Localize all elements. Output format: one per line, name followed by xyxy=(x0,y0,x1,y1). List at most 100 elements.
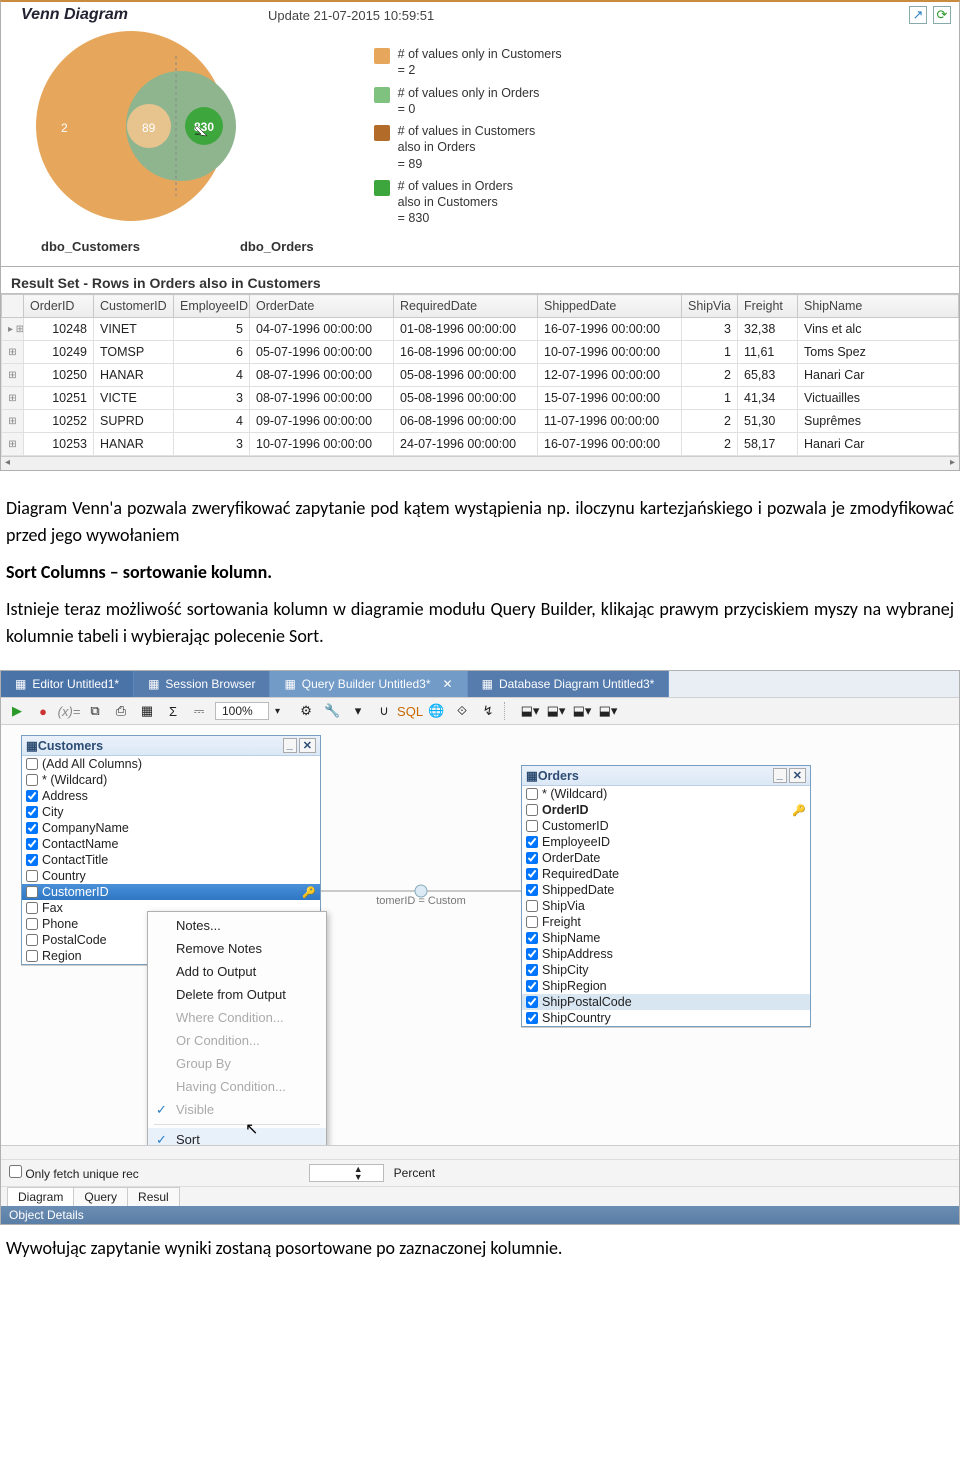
column-item[interactable]: ShipName xyxy=(522,930,810,946)
column-item[interactable]: ShipRegion xyxy=(522,978,810,994)
column-header[interactable]: ShipVia xyxy=(682,295,738,318)
context-menu-item[interactable]: Remove Notes xyxy=(148,937,326,960)
column-checkbox[interactable] xyxy=(26,806,38,818)
column-item[interactable]: OrderID🔑 xyxy=(522,802,810,818)
close-icon[interactable]: ✕ xyxy=(789,768,806,783)
column-item[interactable]: ContactTitle xyxy=(22,852,320,868)
globe-icon[interactable]: 🌐 xyxy=(426,701,446,721)
toolbar-icon[interactable]: ⬓▾ xyxy=(520,701,540,721)
toolbar-icon[interactable]: ⬓▾ xyxy=(546,701,566,721)
toolbar-icon[interactable]: ⚙ xyxy=(296,701,316,721)
column-checkbox[interactable] xyxy=(526,868,538,880)
canvas-hscroll[interactable] xyxy=(1,1146,959,1160)
column-item[interactable]: ContactName xyxy=(22,836,320,852)
column-checkbox[interactable] xyxy=(26,790,38,802)
stop-icon[interactable]: ● xyxy=(33,701,53,721)
context-menu-item[interactable]: Add to Output xyxy=(148,960,326,983)
zoom-combo[interactable]: 100% xyxy=(215,702,269,720)
column-item[interactable]: ShipCity xyxy=(522,962,810,978)
column-item[interactable]: EmployeeID xyxy=(522,834,810,850)
qb-tab[interactable]: ▦Session Browser xyxy=(134,671,270,697)
column-checkbox[interactable] xyxy=(526,916,538,928)
column-header[interactable]: ShipName xyxy=(798,295,959,318)
column-item[interactable]: RequiredDate xyxy=(522,866,810,882)
column-item[interactable]: ShipVia xyxy=(522,898,810,914)
union-icon[interactable]: ∪ xyxy=(374,701,394,721)
table-row[interactable]: ▸ ⊞10248VINET504-07-1996 00:00:0001-08-1… xyxy=(2,318,959,341)
column-checkbox[interactable] xyxy=(26,854,38,866)
context-menu-item[interactable]: Notes... xyxy=(148,914,326,937)
column-checkbox[interactable] xyxy=(26,838,38,850)
table-orders[interactable]: ▦ Orders _✕ * (Wildcard)OrderID🔑Customer… xyxy=(521,765,811,1027)
table-row[interactable]: ⊞10249TOMSP605-07-1996 00:00:0016-08-199… xyxy=(2,341,959,364)
column-checkbox[interactable] xyxy=(526,884,538,896)
sigma-icon[interactable]: Σ xyxy=(163,701,183,721)
column-checkbox[interactable] xyxy=(526,980,538,992)
close-icon[interactable]: ✕ xyxy=(443,677,453,691)
column-checkbox[interactable] xyxy=(526,1012,538,1024)
column-item[interactable]: Address xyxy=(22,788,320,804)
column-item[interactable]: ShipAddress xyxy=(522,946,810,962)
column-header[interactable]: OrderDate xyxy=(250,295,394,318)
column-item[interactable]: OrderDate xyxy=(522,850,810,866)
column-checkbox[interactable] xyxy=(526,788,538,800)
column-checkbox[interactable] xyxy=(26,886,38,898)
column-item[interactable]: CustomerID🔑 xyxy=(22,884,320,900)
column-checkbox[interactable] xyxy=(526,836,538,848)
column-item[interactable]: Country xyxy=(22,868,320,884)
column-item[interactable]: * (Wildcard) xyxy=(522,786,810,802)
column-checkbox[interactable] xyxy=(526,948,538,960)
column-checkbox[interactable] xyxy=(26,950,38,962)
column-item[interactable]: CompanyName xyxy=(22,820,320,836)
column-checkbox[interactable] xyxy=(26,870,38,882)
toolbar-icon[interactable]: ⬓▾ xyxy=(598,701,618,721)
column-checkbox[interactable] xyxy=(526,932,538,944)
bottom-tab[interactable]: Query xyxy=(73,1187,128,1206)
column-checkbox[interactable] xyxy=(526,964,538,976)
run-icon[interactable]: ▶ xyxy=(7,701,27,721)
toolbar-icon[interactable]: 🔧 xyxy=(322,701,342,721)
bottom-tab[interactable]: Resul xyxy=(127,1187,180,1206)
row-expander[interactable]: ▸ ⊞ xyxy=(2,318,24,341)
refresh-icon[interactable]: ⟳ xyxy=(933,6,951,24)
minimize-icon[interactable]: _ xyxy=(283,738,297,753)
column-item[interactable]: ShipCountry xyxy=(522,1010,810,1026)
toolbar-icon[interactable]: ▾ xyxy=(348,701,368,721)
bottom-tab[interactable]: Diagram xyxy=(7,1187,74,1206)
column-header[interactable]: OrderID xyxy=(24,295,94,318)
unique-checkbox[interactable]: Only fetch unique rec xyxy=(9,1165,139,1181)
table-row[interactable]: ⊞10253HANAR310-07-1996 00:00:0024-07-199… xyxy=(2,433,959,456)
grid-hscroll[interactable] xyxy=(1,456,959,470)
qb-tab[interactable]: ▦Query Builder Untitled3*✕ xyxy=(270,671,467,697)
column-header[interactable]: Freight xyxy=(738,295,798,318)
column-checkbox[interactable] xyxy=(526,852,538,864)
column-checkbox[interactable] xyxy=(26,774,38,786)
column-checkbox[interactable] xyxy=(26,758,38,770)
toolbar-icon[interactable]: ▦ xyxy=(137,701,157,721)
toolbar-icon[interactable]: ⟐ xyxy=(452,701,472,721)
toolbar-icon[interactable]: ⧉ xyxy=(85,701,105,721)
column-header[interactable]: CustomerID xyxy=(94,295,174,318)
column-checkbox[interactable] xyxy=(26,934,38,946)
qb-canvas[interactable]: ▦ Customers _✕ (Add All Columns)* (Wildc… xyxy=(1,725,959,1145)
qb-tab[interactable]: ▦Database Diagram Untitled3* xyxy=(468,671,670,697)
context-menu-item[interactable]: Sort xyxy=(148,1128,326,1145)
column-header[interactable]: EmployeeID xyxy=(174,295,250,318)
column-item[interactable]: * (Wildcard) xyxy=(22,772,320,788)
column-item[interactable]: City xyxy=(22,804,320,820)
context-menu[interactable]: Notes...Remove NotesAdd to OutputDelete … xyxy=(147,911,327,1145)
row-expander[interactable]: ⊞ xyxy=(2,364,24,387)
column-item[interactable]: (Add All Columns) xyxy=(22,756,320,772)
table-row[interactable]: ⊞10250HANAR408-07-1996 00:00:0005-08-199… xyxy=(2,364,959,387)
column-header[interactable]: RequiredDate xyxy=(394,295,538,318)
row-expander[interactable]: ⊞ xyxy=(2,387,24,410)
column-checkbox[interactable] xyxy=(26,822,38,834)
toolbar-icon[interactable]: ↯ xyxy=(478,701,498,721)
context-menu-item[interactable]: Delete from Output xyxy=(148,983,326,1006)
column-checkbox[interactable] xyxy=(526,900,538,912)
column-item[interactable]: ShipPostalCode xyxy=(522,994,810,1010)
column-item[interactable]: Freight xyxy=(522,914,810,930)
row-expander[interactable]: ⊞ xyxy=(2,410,24,433)
table-row[interactable]: ⊞10252SUPRD409-07-1996 00:00:0006-08-199… xyxy=(2,410,959,433)
toolbar-icon[interactable]: ⎙ xyxy=(111,701,131,721)
